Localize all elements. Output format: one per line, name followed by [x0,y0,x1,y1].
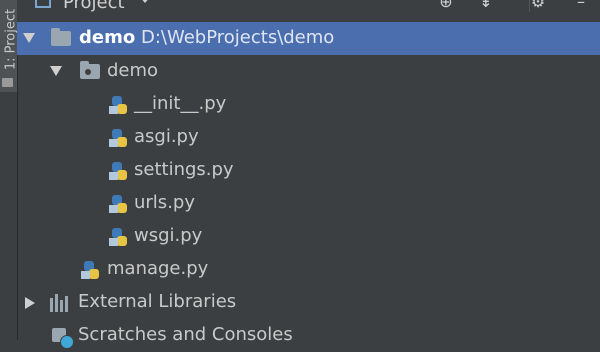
settings-icon[interactable]: ⚙ [529,0,547,10]
project-view-icon [35,0,51,8]
package-name: demo [107,60,159,81]
project-view-title[interactable]: Project [63,0,125,13]
tree-row-scratches[interactable]: Scratches and Consoles [17,319,600,352]
tree-row-file[interactable]: settings.py [17,154,600,187]
library-icon [50,294,72,312]
tree-row-file[interactable]: __init__.py [17,88,600,121]
tree-row-external-libraries[interactable]: External Libraries [17,286,600,319]
chevron-down-icon[interactable] [139,0,151,3]
root-folder-name: demo [79,27,136,48]
file-name: settings.py [134,159,234,180]
tree-row-package[interactable]: demo [17,55,600,88]
locate-icon[interactable]: ⊕ [437,0,455,10]
file-name: __init__.py [134,93,227,114]
hide-icon[interactable]: – [572,0,590,10]
root-folder-path: D:\WebProjects\demo [141,27,335,48]
project-header: Project ⊕ ⇟ ⚙ – [17,0,600,22]
package-folder-icon [80,61,100,79]
collapse-icon[interactable]: ⇟ [477,0,495,10]
tree-row-file[interactable]: asgi.py [17,121,600,154]
structure-tab-icon[interactable] [2,78,13,87]
file-name: urls.py [134,192,195,213]
python-file-icon [109,194,129,214]
external-libraries-label: External Libraries [78,291,237,312]
tree-row-file[interactable]: wsgi.py [17,220,600,253]
python-file-icon [81,260,101,280]
project-tree: demo D:\WebProjects\demo demo __init__.p… [17,22,600,349]
file-name: wsgi.py [134,225,203,246]
folder-icon [51,28,71,46]
scratches-icon [52,326,74,349]
tool-window-strip: 1: Project [0,0,19,340]
tree-row-file[interactable]: urls.py [17,187,600,220]
file-name: manage.py [107,258,209,279]
tree-row-root[interactable]: demo D:\WebProjects\demo [17,22,600,55]
file-name: asgi.py [134,126,199,147]
expand-arrow-icon[interactable] [25,297,35,309]
expand-arrow-icon[interactable] [23,33,35,43]
tree-row-manage[interactable]: manage.py [17,253,600,286]
expand-arrow-icon[interactable] [50,66,62,76]
python-file-icon [109,95,129,115]
python-file-icon [109,161,129,181]
scratches-label: Scratches and Consoles [78,324,293,345]
python-file-icon [109,128,129,148]
python-file-icon [109,227,129,247]
